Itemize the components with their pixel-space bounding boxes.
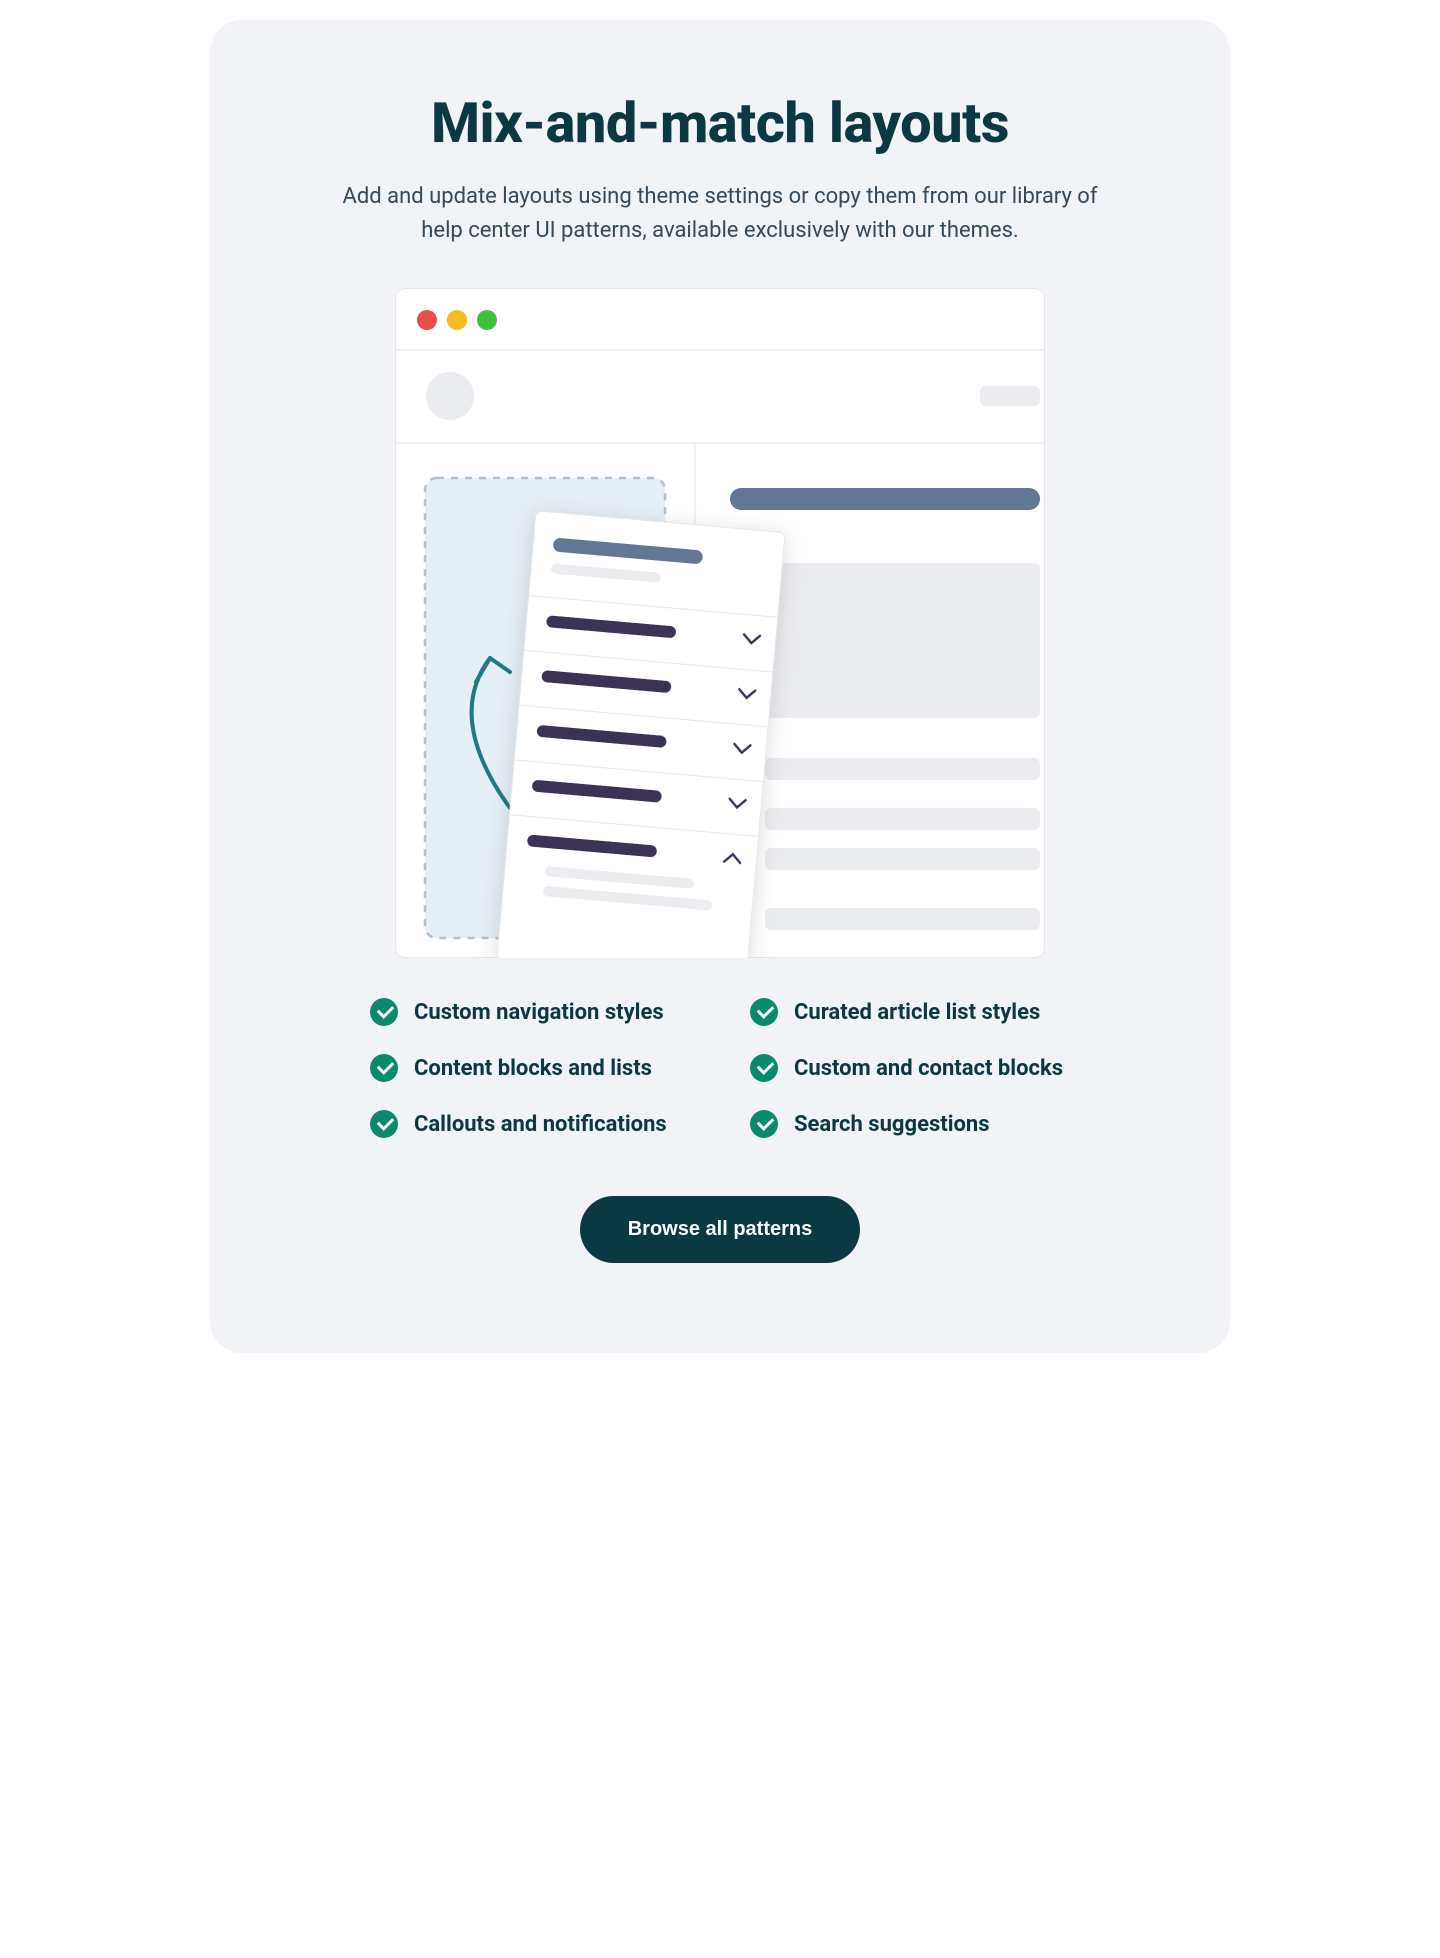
- feature-item: Search suggestions: [750, 1110, 1070, 1138]
- browse-patterns-button[interactable]: Browse all patterns: [580, 1196, 861, 1263]
- feature-list: Custom navigation styles Curated article…: [370, 998, 1070, 1138]
- traffic-light-green-icon: [477, 310, 497, 330]
- feature-label: Search suggestions: [794, 1112, 990, 1137]
- feature-item: Content blocks and lists: [370, 1054, 690, 1082]
- feature-item: Callouts and notifications: [370, 1110, 690, 1138]
- check-icon: [750, 1054, 778, 1082]
- layout-illustration: [395, 288, 1045, 958]
- feature-item: Custom and contact blocks: [750, 1054, 1070, 1082]
- section-title: Mix-and-match layouts: [431, 90, 1009, 156]
- feature-label: Callouts and notifications: [414, 1112, 667, 1137]
- feature-item: Curated article list styles: [750, 998, 1070, 1026]
- section-subtitle: Add and update layouts using theme setti…: [330, 180, 1110, 248]
- feature-label: Content blocks and lists: [414, 1056, 652, 1081]
- traffic-light-yellow-icon: [447, 310, 467, 330]
- feature-label: Custom and contact blocks: [794, 1056, 1063, 1081]
- feature-label: Curated article list styles: [794, 1000, 1040, 1025]
- check-icon: [370, 998, 398, 1026]
- check-icon: [750, 998, 778, 1026]
- traffic-light-red-icon: [417, 310, 437, 330]
- feature-card: Mix-and-match layouts Add and update lay…: [210, 20, 1230, 1353]
- check-icon: [750, 1110, 778, 1138]
- check-icon: [370, 1110, 398, 1138]
- feature-label: Custom navigation styles: [414, 1000, 664, 1025]
- feature-item: Custom navigation styles: [370, 998, 690, 1026]
- check-icon: [370, 1054, 398, 1082]
